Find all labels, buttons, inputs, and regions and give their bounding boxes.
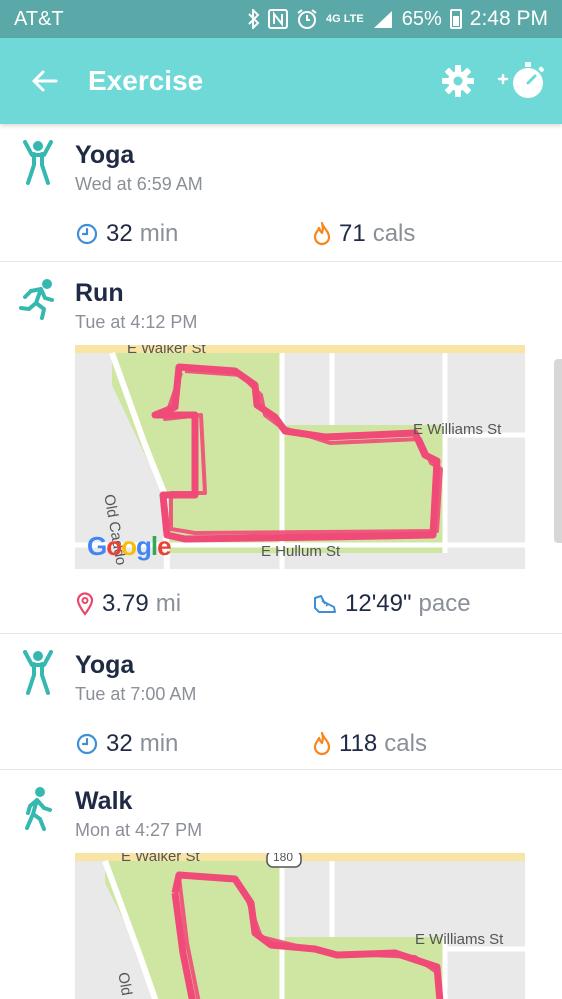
carrier-label: AT&T — [14, 7, 64, 30]
activity-card-run[interactable]: Run Tue at 4:12 PM E Walker St E William… — [0, 262, 562, 634]
map-graphic — [75, 853, 525, 999]
activity-name: Yoga — [75, 141, 135, 169]
app-bar: Exercise — [0, 38, 562, 124]
exercise-list[interactable]: Yoga Wed at 6:59 AM 32 min 71 cals Run Tue… — [0, 124, 562, 999]
duration-stat: 32 min — [76, 220, 313, 248]
alarm-icon — [296, 8, 318, 30]
google-attribution: Google — [87, 531, 172, 561]
scroll-handle[interactable] — [554, 359, 562, 543]
status-icons: 4G LTE 65% 2:48 PM — [248, 7, 548, 31]
battery-percent: 65% — [401, 7, 442, 30]
activity-card-yoga-2[interactable]: Yoga Tue at 7:00 AM 32 min 118 cals — [0, 634, 562, 770]
route-map[interactable]: E Walker St E Williams St Old Caddo E Hu… — [75, 345, 525, 569]
map-label-south: E Hullum St — [261, 543, 341, 560]
map-label-north: E Walker St — [127, 345, 206, 357]
page-title: Exercise — [88, 65, 204, 96]
map-label-east: E Williams St — [415, 931, 504, 948]
map-label-north: E Walker St — [121, 853, 200, 865]
yoga-icon — [18, 650, 58, 698]
walk-icon — [18, 786, 58, 834]
calories-stat: 118 cals — [313, 730, 550, 758]
add-exercise-button[interactable] — [490, 38, 554, 124]
shoe-icon — [314, 595, 336, 613]
status-bar: AT&T 4G LTE 65% 2:48 PM — [0, 0, 562, 38]
nfc-icon — [268, 9, 289, 29]
run-icon — [18, 278, 58, 326]
activity-time: Tue at 4:12 PM — [75, 312, 198, 332]
map-label-east: E Williams St — [413, 421, 502, 438]
route-shield: 180 — [273, 853, 294, 864]
activity-card-yoga[interactable]: Yoga Wed at 6:59 AM 32 min 71 cals — [0, 124, 562, 262]
activity-time: Mon at 4:27 PM — [75, 820, 203, 840]
pace-stat: 12'49" pace — [313, 590, 550, 618]
clock-time: 2:48 PM — [469, 7, 548, 30]
clock-icon — [76, 223, 98, 245]
back-button[interactable] — [0, 38, 88, 124]
route-map[interactable]: 180 E Walker St E Williams St Old C — [75, 853, 525, 999]
stopwatch-add-icon — [497, 62, 545, 98]
duration-stat: 32 min — [76, 730, 313, 758]
bluetooth-icon — [248, 9, 260, 29]
flame-icon — [313, 222, 331, 246]
activity-name: Walk — [75, 787, 133, 815]
flame-icon — [313, 732, 331, 756]
yoga-icon — [18, 140, 58, 188]
activity-card-walk[interactable]: Walk Mon at 4:27 PM 180 E Walker St E Wi… — [0, 770, 562, 999]
activity-time: Wed at 6:59 AM — [75, 174, 203, 194]
location-pin-icon — [76, 592, 94, 616]
arrow-left-icon — [32, 70, 58, 92]
activity-time: Tue at 7:00 AM — [75, 684, 197, 704]
calories-stat: 71 cals — [313, 220, 550, 248]
signal-icon — [372, 9, 394, 29]
settings-button[interactable] — [426, 38, 490, 124]
clock-icon — [76, 733, 98, 755]
distance-stat: 3.79 mi — [76, 590, 313, 618]
battery-icon — [449, 9, 462, 29]
activity-name: Run — [75, 279, 124, 307]
network-type-icon: 4G LTE — [326, 13, 364, 25]
gear-icon — [442, 65, 474, 97]
activity-name: Yoga — [75, 651, 135, 679]
